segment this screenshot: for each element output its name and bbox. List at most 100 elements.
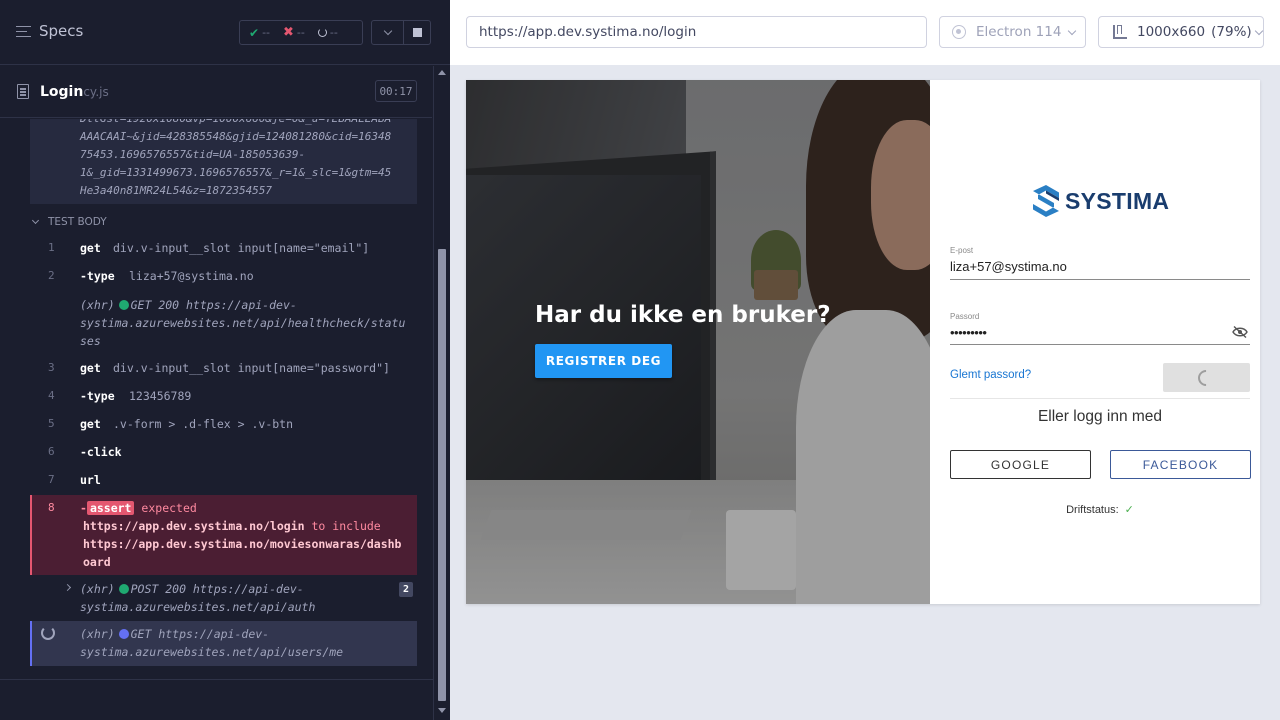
- command-row[interactable]: 4 -type 123456789: [30, 387, 417, 405]
- passed-check-icon: ✔: [249, 25, 260, 40]
- pending-xhr-row[interactable]: (xhr) GET https://api-dev- systima.azurew…: [30, 621, 417, 666]
- divider: [950, 398, 1250, 399]
- electron-icon: [952, 25, 966, 39]
- aut-header: https://app.dev.systima.no/login Electro…: [450, 0, 1280, 65]
- browser-label: Electron 114: [976, 24, 1062, 40]
- stop-icon: [412, 28, 422, 37]
- xhr-prefix: (xhr): [80, 298, 115, 312]
- status-dot-icon: [118, 584, 129, 594]
- xhr-line: POST 200 https://api-dev-: [130, 582, 304, 596]
- command-number: 1: [48, 241, 55, 254]
- facebook-login-button[interactable]: FACEBOOK: [1110, 450, 1251, 479]
- previous-url-block: DttGst=1920x1080&vp=1000x660&je=0&_u=YEB…: [30, 119, 417, 204]
- chevron-right-icon: [63, 583, 72, 592]
- specs-label: Specs: [39, 22, 84, 40]
- spec-name: Login: [40, 84, 84, 100]
- email-field[interactable]: liza+57@systima.no: [950, 259, 1067, 274]
- document-icon: [17, 84, 29, 99]
- check-icon: ✓: [1124, 504, 1134, 516]
- pending-count: --: [329, 26, 338, 39]
- assert-expected-url: oard: [83, 555, 111, 569]
- command-log: DttGst=1920x1080&vp=1000x660&je=0&_u=YEB…: [0, 119, 432, 679]
- command-number: 3: [48, 361, 55, 374]
- run-timer: 00:17: [375, 80, 417, 102]
- test-body-header[interactable]: TEST BODY: [30, 212, 107, 232]
- browser-select[interactable]: Electron 114: [939, 16, 1086, 48]
- failed-assert-row[interactable]: 8 - assert expected https://app.dev.systi…: [30, 495, 417, 575]
- command-number: 5: [48, 417, 55, 430]
- email-label: E-post: [950, 246, 974, 255]
- systima-logo: SYSTIMA: [1033, 185, 1169, 217]
- failed-x-icon: ✖: [283, 25, 294, 40]
- scroll-up-arrow-icon[interactable]: [438, 70, 446, 75]
- chevron-down-icon: [31, 216, 40, 225]
- assert-expected: expected: [141, 501, 197, 515]
- google-login-button[interactable]: GOOGLE: [950, 450, 1091, 479]
- loading-spinner-icon: [41, 626, 55, 640]
- command-name: get: [80, 361, 101, 375]
- aut-iframe: Har du ikke en bruker? REGISTRER DEG SYS…: [466, 80, 1260, 604]
- assert-expected-url: https://app.dev.systima.no/moviesonwaras…: [83, 537, 402, 551]
- command-row[interactable]: 2 -type liza+57@systima.no: [30, 267, 417, 285]
- xhr-line: ses: [80, 334, 101, 348]
- reporter-header: Specs ✔ -- ✖ -- --: [0, 0, 450, 65]
- hero-overlay: [466, 80, 930, 604]
- command-row[interactable]: 3 get div.v-input__slot input[name="pass…: [30, 359, 417, 377]
- register-button[interactable]: REGISTRER DEG: [535, 344, 672, 378]
- url-line: He3a40n81MR24L54&z=1872354557: [80, 184, 273, 197]
- xhr-line: systima.azurewebsites.net/api/users/me: [80, 645, 344, 659]
- chevron-down-icon: [383, 26, 392, 36]
- password-field[interactable]: •••••••••: [950, 325, 987, 340]
- forgot-password-link[interactable]: Glemt passord?: [950, 369, 1031, 381]
- menu-icon: [16, 25, 31, 37]
- spec-title[interactable]: Logincy.js: [40, 84, 109, 100]
- url-line: DttGst=1920x1080&vp=1000x660&je=0&_u=YEB…: [80, 119, 417, 128]
- command-name: -click: [80, 445, 122, 459]
- scroll-down-arrow-icon[interactable]: [438, 708, 446, 713]
- assert-tag: assert: [86, 501, 135, 515]
- email-underline: [950, 279, 1250, 280]
- spec-extension: cy.js: [83, 85, 109, 99]
- command-row[interactable]: 6 -click: [30, 443, 417, 461]
- command-row[interactable]: 7 url: [30, 471, 417, 489]
- failed-count: --: [296, 26, 305, 39]
- stop-button[interactable]: [403, 20, 431, 45]
- assert-dash: -: [80, 501, 87, 515]
- xhr-prefix: (xhr): [80, 582, 115, 596]
- eye-off-icon[interactable]: [1232, 326, 1248, 338]
- chevron-down-icon: [1068, 26, 1077, 35]
- url-line: AAACAAI~&jid=428385548&gjid=124081280&ci…: [80, 130, 392, 143]
- command-name: -type: [80, 389, 115, 403]
- url-bar[interactable]: https://app.dev.systima.no/login: [466, 16, 927, 48]
- xhr-line: systima.azurewebsites.net/api/auth: [80, 600, 316, 614]
- command-number: 8: [48, 501, 55, 514]
- command-number: 4: [48, 389, 55, 402]
- brand-name: SYSTIMA: [1065, 187, 1170, 214]
- hero-title: Har du ikke en bruker?: [535, 302, 831, 328]
- login-button[interactable]: [1163, 363, 1250, 392]
- command-message: 123456789: [129, 389, 192, 403]
- xhr-line: GET 200 https://api-dev-: [130, 298, 297, 312]
- viewport-size: 1000x660: [1137, 24, 1206, 40]
- xhr-line: systima.azurewebsites.net/api/healthchec…: [80, 316, 406, 330]
- viewport-select[interactable]: 1000x660 (79%): [1098, 16, 1264, 48]
- command-message: div.v-input__slot input[name="password"]: [113, 361, 390, 375]
- login-form: SYSTIMA E-post liza+57@systima.no Passor…: [930, 80, 1260, 604]
- xhr-row[interactable]: (xhr) POST 200 https://api-dev- systima.a…: [30, 580, 417, 620]
- specs-button[interactable]: Specs: [16, 22, 83, 40]
- xhr-row[interactable]: (xhr) GET 200 https://api-dev- systima.az…: [30, 296, 417, 350]
- command-message: .v-form > .d-flex > .v-btn: [113, 417, 294, 431]
- status-label: Driftstatus:: [1066, 504, 1119, 516]
- request-count-badge: 2: [399, 582, 413, 597]
- expand-toggle-button[interactable]: [371, 20, 404, 45]
- assert-actual-url: https://app.dev.systima.no/login: [83, 519, 305, 533]
- command-row[interactable]: 5 get .v-form > .d-flex > .v-btn: [30, 415, 417, 433]
- scrollbar-thumb[interactable]: [438, 249, 446, 701]
- status-dot-icon: [118, 629, 129, 639]
- reporter-scrollbar[interactable]: [433, 66, 450, 720]
- passed-count: --: [262, 26, 271, 39]
- status-dot-icon: [118, 300, 129, 310]
- hero-image: Har du ikke en bruker? REGISTRER DEG: [466, 80, 930, 604]
- xhr-line: GET https://api-dev-: [130, 627, 270, 641]
- command-row[interactable]: 1 get div.v-input__slot input[name="emai…: [30, 239, 417, 257]
